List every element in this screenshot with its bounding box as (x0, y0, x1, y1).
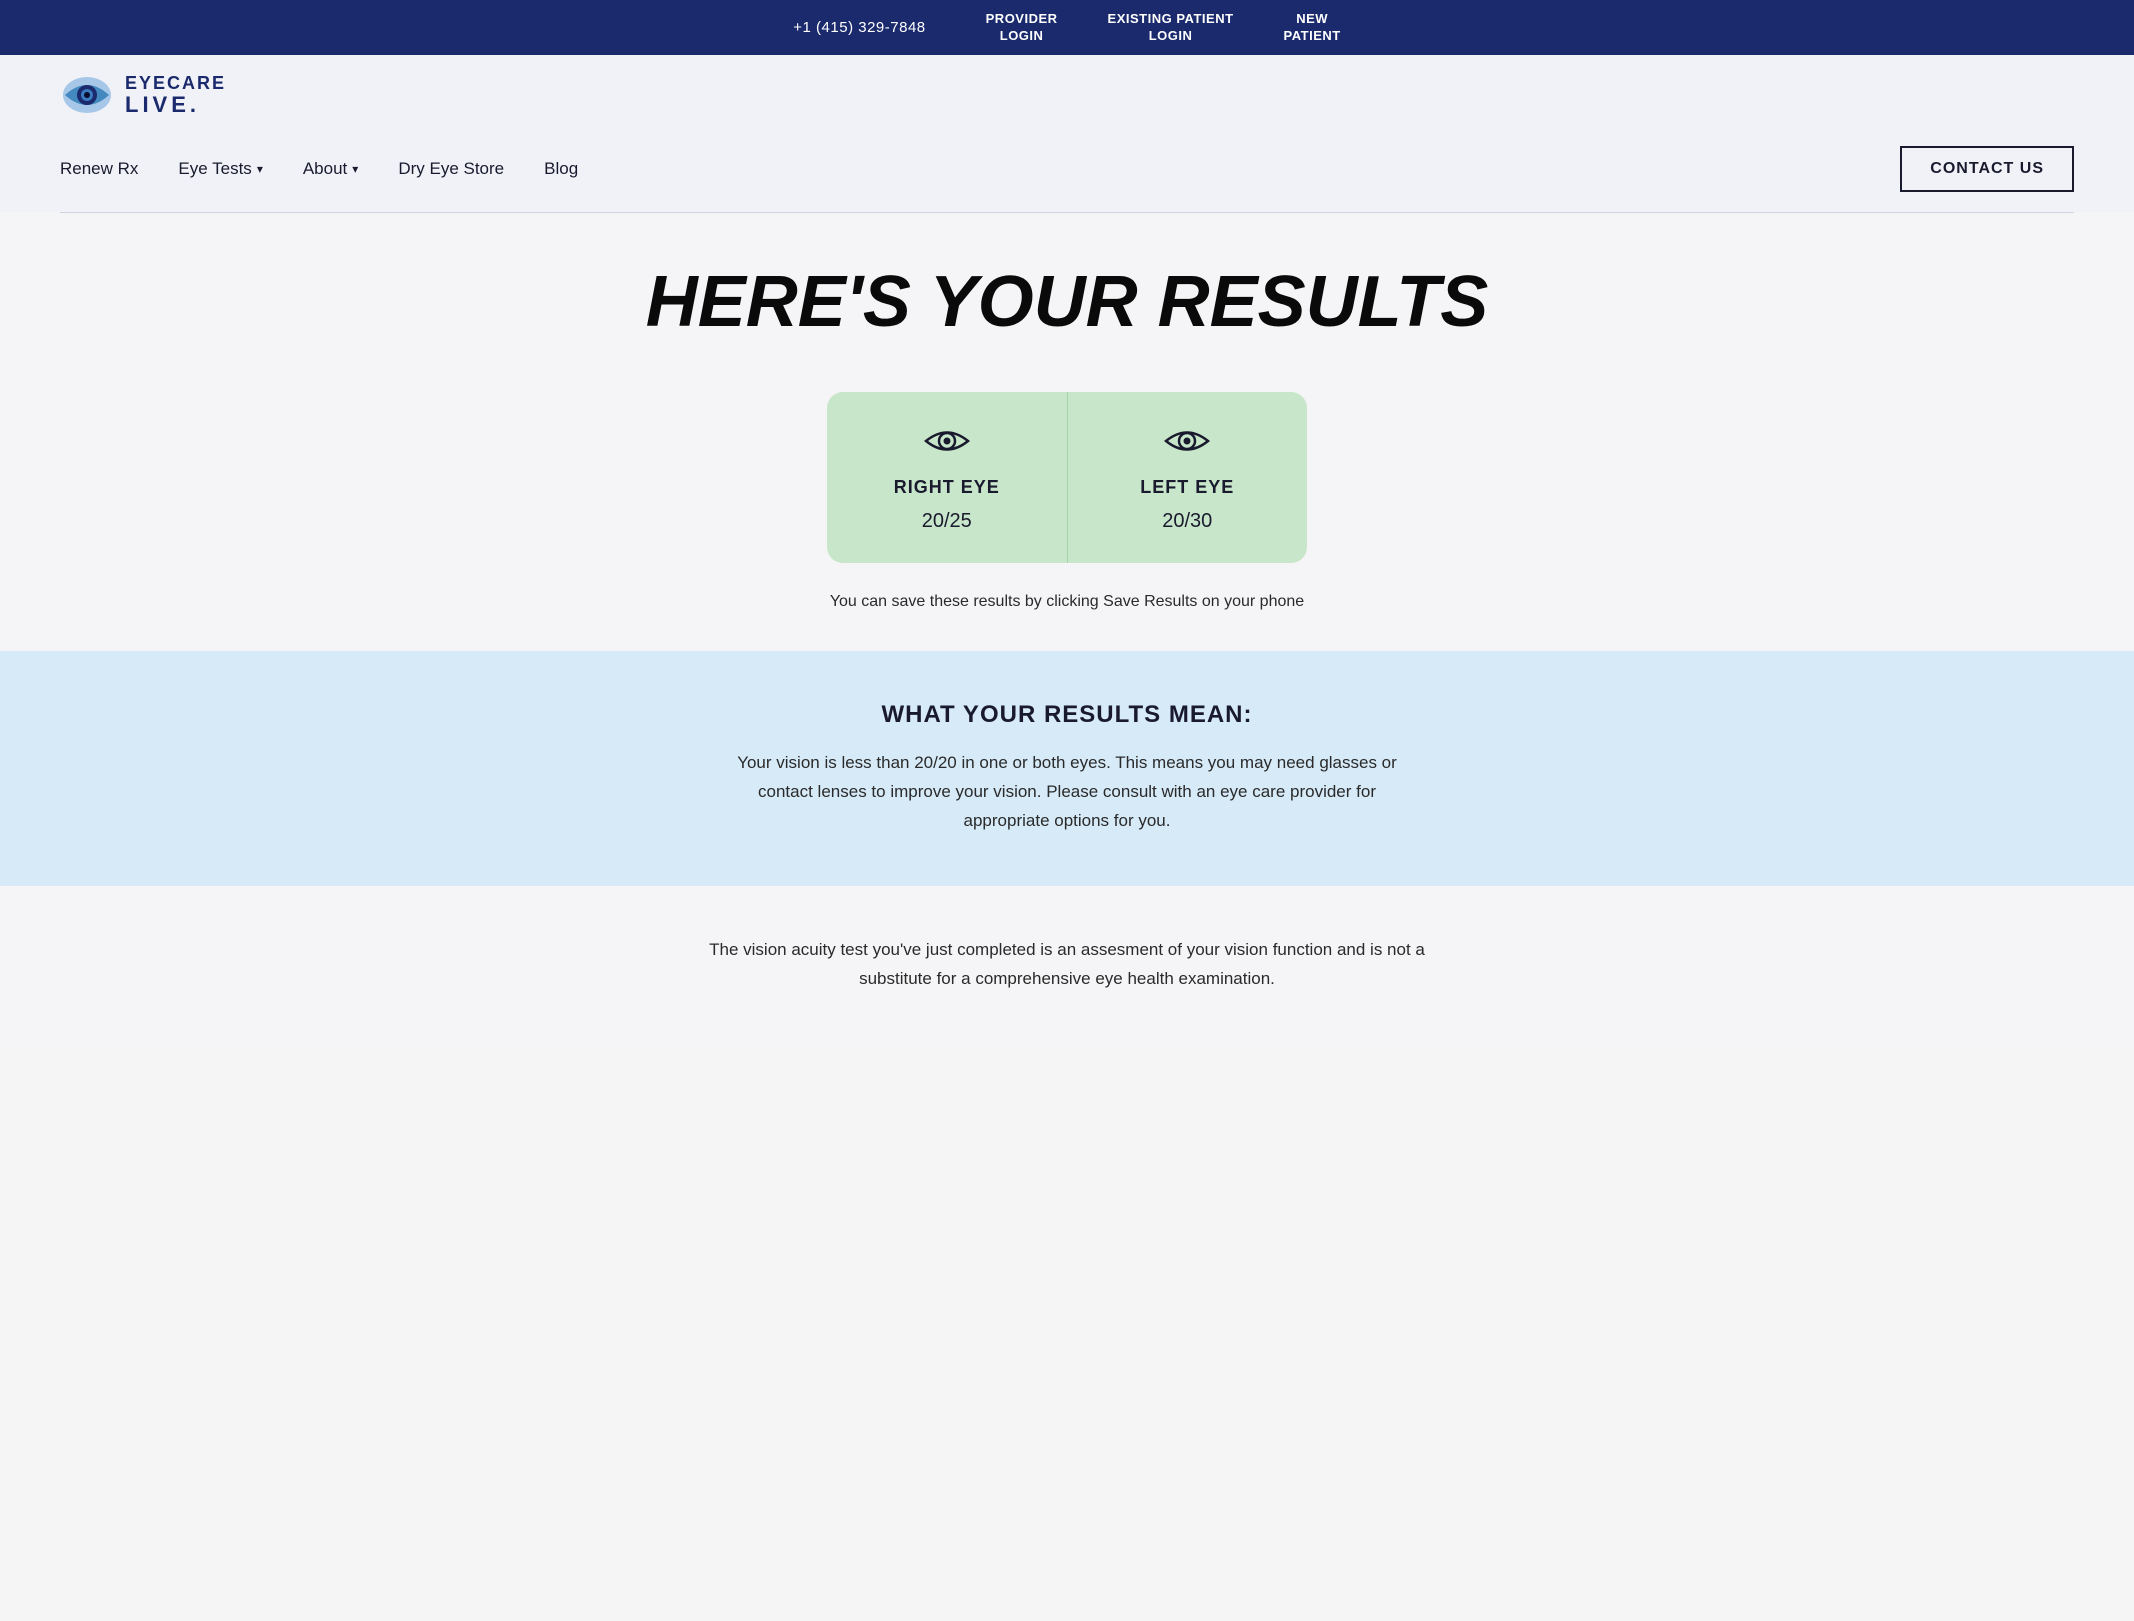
main-content: HERE'S YOUR RESULTS RIGHT EYE 20/25 (0, 213, 2134, 651)
right-eye-icon (924, 422, 970, 465)
results-card-container: RIGHT EYE 20/25 LEFT EYE 20/30 (827, 392, 1307, 563)
contact-us-button[interactable]: CONTACT US (1900, 146, 2074, 192)
new-patient-link[interactable]: NEWPATIENT (1284, 11, 1341, 45)
results-cards: RIGHT EYE 20/25 LEFT EYE 20/30 (60, 392, 2074, 563)
nav-dry-eye-store[interactable]: Dry Eye Store (398, 159, 504, 179)
meaning-title: WHAT YOUR RESULTS MEAN: (60, 701, 2074, 729)
left-eye-value: 20/30 (1162, 510, 1212, 533)
left-eye-card: LEFT EYE 20/30 (1068, 392, 1308, 563)
footer-text: The vision acuity test you've just compl… (687, 936, 1447, 994)
nav-about[interactable]: About ▾ (303, 159, 358, 179)
top-bar: +1 (415) 329-7848 PROVIDERLOGIN EXISTING… (0, 0, 2134, 55)
nav-blog-label: Blog (544, 159, 578, 179)
right-eye-card: RIGHT EYE 20/25 (827, 392, 1068, 563)
nav-about-label: About (303, 159, 347, 179)
right-eye-label: RIGHT EYE (894, 477, 1000, 498)
header: EYECARE LIVE. (0, 55, 2134, 136)
about-chevron-icon: ▾ (352, 162, 358, 176)
provider-login-link[interactable]: PROVIDERLOGIN (986, 11, 1058, 45)
nav: Renew Rx Eye Tests ▾ About ▾ Dry Eye Sto… (0, 136, 2134, 212)
nav-renew-rx-label: Renew Rx (60, 159, 138, 179)
nav-blog[interactable]: Blog (544, 159, 578, 179)
eye-tests-chevron-icon: ▾ (257, 162, 263, 176)
left-eye-label: LEFT EYE (1140, 477, 1234, 498)
nav-dry-eye-store-label: Dry Eye Store (398, 159, 504, 179)
logo-eyecare: EYECARE (125, 74, 226, 94)
left-eye-icon (1164, 422, 1210, 465)
logo-text: EYECARE LIVE. (125, 74, 226, 118)
logo-live: LIVE. (125, 93, 226, 117)
nav-eye-tests-label: Eye Tests (178, 159, 251, 179)
nav-renew-rx[interactable]: Renew Rx (60, 159, 138, 179)
existing-patient-login-link[interactable]: EXISTING PATIENTLOGIN (1108, 11, 1234, 45)
nav-eye-tests[interactable]: Eye Tests ▾ (178, 159, 262, 179)
meaning-text: Your vision is less than 20/20 in one or… (727, 749, 1407, 836)
right-eye-value: 20/25 (922, 510, 972, 533)
top-bar-links: PROVIDERLOGIN EXISTING PATIENTLOGIN NEWP… (986, 11, 1341, 45)
logo-icon (60, 73, 115, 118)
save-hint: You can save these results by clicking S… (60, 593, 2074, 611)
results-title: HERE'S YOUR RESULTS (60, 263, 2074, 342)
phone-number[interactable]: +1 (415) 329-7848 (793, 19, 925, 36)
logo[interactable]: EYECARE LIVE. (60, 73, 226, 118)
footer-section: The vision acuity test you've just compl… (0, 886, 2134, 1044)
results-meaning-section: WHAT YOUR RESULTS MEAN: Your vision is l… (0, 651, 2134, 886)
